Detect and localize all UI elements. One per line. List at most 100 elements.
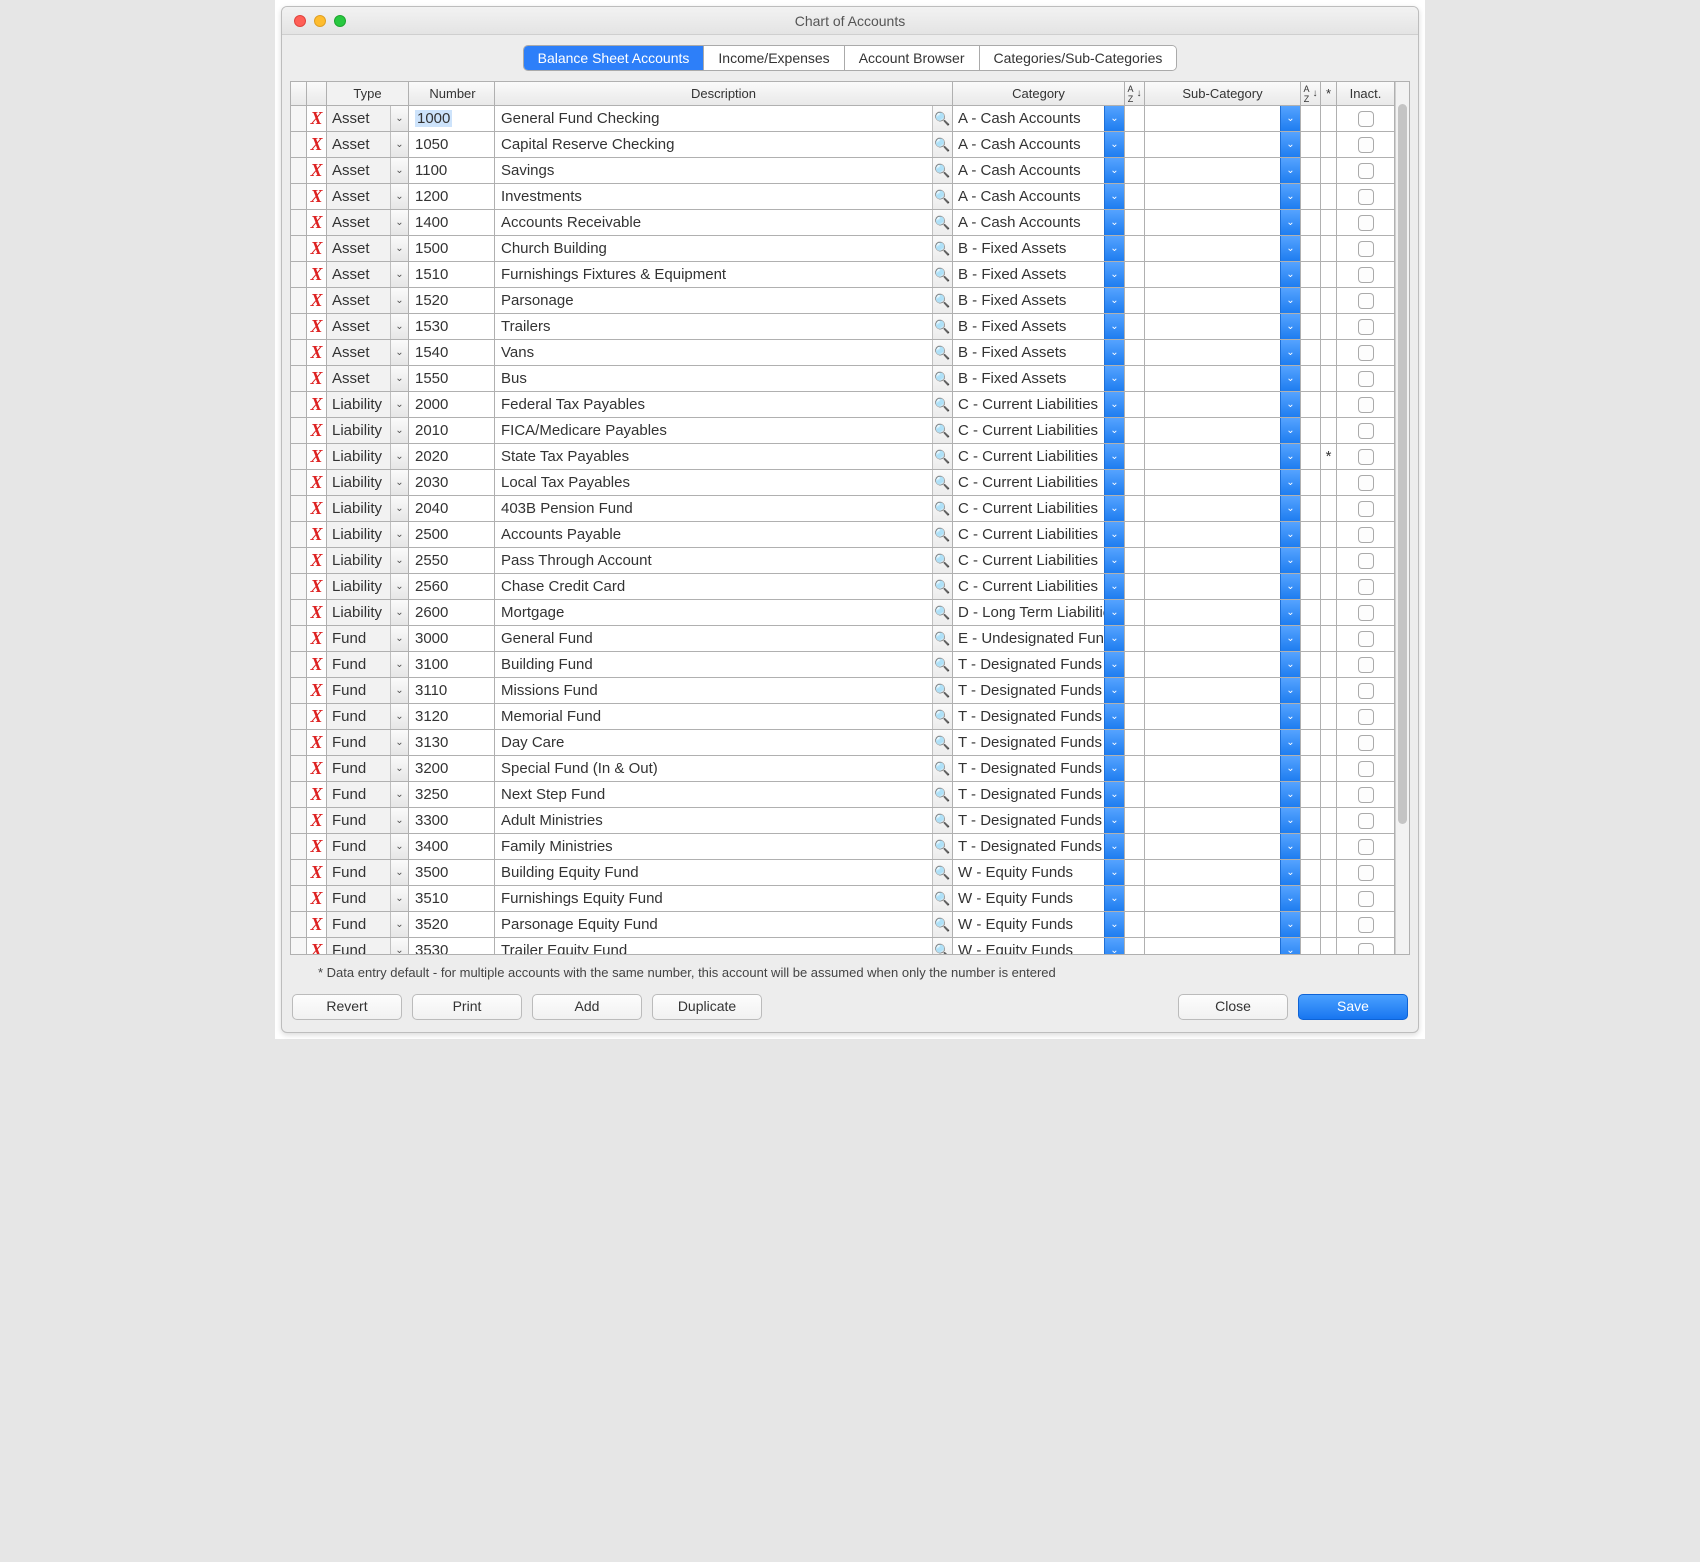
chevron-down-icon[interactable]: ⌄	[1104, 704, 1124, 729]
inactive-checkbox[interactable]	[1337, 860, 1395, 885]
subcategory-select[interactable]: ⌄	[1145, 470, 1301, 495]
delete-row-icon[interactable]: X	[307, 184, 327, 209]
delete-row-icon[interactable]: X	[307, 496, 327, 521]
search-icon[interactable]: 🔍	[932, 496, 952, 521]
chevron-down-icon[interactable]: ⌄	[1104, 912, 1124, 937]
type-select[interactable]: Fund ⌄	[327, 678, 409, 703]
number-input[interactable]: 3200	[409, 756, 495, 781]
chevron-down-icon[interactable]: ⌄	[1280, 314, 1300, 339]
delete-row-icon[interactable]: X	[307, 132, 327, 157]
default-marker[interactable]	[1321, 236, 1337, 261]
type-select[interactable]: Fund ⌄	[327, 912, 409, 937]
category-select[interactable]: B - Fixed Assets ⌄	[953, 314, 1125, 339]
subcategory-select[interactable]: ⌄	[1145, 522, 1301, 547]
chevron-down-icon[interactable]: ⌄	[390, 600, 408, 625]
number-input[interactable]: 2600	[409, 600, 495, 625]
chevron-down-icon[interactable]: ⌄	[390, 392, 408, 417]
search-icon[interactable]: 🔍	[932, 626, 952, 651]
inactive-checkbox[interactable]	[1337, 366, 1395, 391]
subcategory-select[interactable]: ⌄	[1145, 210, 1301, 235]
row-handle[interactable]	[291, 106, 307, 131]
inactive-checkbox[interactable]	[1337, 600, 1395, 625]
chevron-down-icon[interactable]: ⌄	[1280, 106, 1300, 131]
delete-row-icon[interactable]: X	[307, 288, 327, 313]
delete-row-icon[interactable]: X	[307, 366, 327, 391]
chevron-down-icon[interactable]: ⌄	[1280, 626, 1300, 651]
subcategory-select[interactable]: ⌄	[1145, 548, 1301, 573]
row-handle[interactable]	[291, 366, 307, 391]
delete-row-icon[interactable]: X	[307, 808, 327, 833]
search-icon[interactable]: 🔍	[932, 860, 952, 885]
chevron-down-icon[interactable]: ⌄	[1280, 912, 1300, 937]
default-marker[interactable]	[1321, 938, 1337, 954]
number-input[interactable]: 3300	[409, 808, 495, 833]
search-icon[interactable]: 🔍	[932, 756, 952, 781]
search-icon[interactable]: 🔍	[932, 288, 952, 313]
search-icon[interactable]: 🔍	[932, 470, 952, 495]
chevron-down-icon[interactable]: ⌄	[1104, 886, 1124, 911]
default-marker[interactable]	[1321, 574, 1337, 599]
inactive-checkbox[interactable]	[1337, 158, 1395, 183]
delete-row-icon[interactable]: X	[307, 548, 327, 573]
delete-row-icon[interactable]: X	[307, 158, 327, 183]
chevron-down-icon[interactable]: ⌄	[1280, 288, 1300, 313]
description-input[interactable]: Chase Credit Card	[495, 578, 932, 595]
subcategory-select[interactable]: ⌄	[1145, 314, 1301, 339]
number-input[interactable]: 1510	[409, 262, 495, 287]
row-handle[interactable]	[291, 522, 307, 547]
category-select[interactable]: W - Equity Funds ⌄	[953, 912, 1125, 937]
chevron-down-icon[interactable]: ⌄	[390, 704, 408, 729]
chevron-down-icon[interactable]: ⌄	[390, 860, 408, 885]
description-input[interactable]: General Fund	[495, 630, 932, 647]
type-select[interactable]: Asset ⌄	[327, 314, 409, 339]
type-select[interactable]: Liability ⌄	[327, 444, 409, 469]
description-input[interactable]: Federal Tax Payables	[495, 396, 932, 413]
delete-row-icon[interactable]: X	[307, 912, 327, 937]
subcategory-select[interactable]: ⌄	[1145, 600, 1301, 625]
chevron-down-icon[interactable]: ⌄	[1280, 938, 1300, 954]
chevron-down-icon[interactable]: ⌄	[1104, 574, 1124, 599]
row-handle[interactable]	[291, 600, 307, 625]
default-marker[interactable]	[1321, 652, 1337, 677]
category-select[interactable]: C - Current Liabilities ⌄	[953, 470, 1125, 495]
search-icon[interactable]: 🔍	[932, 678, 952, 703]
type-select[interactable]: Asset ⌄	[327, 210, 409, 235]
inactive-checkbox[interactable]	[1337, 444, 1395, 469]
search-icon[interactable]: 🔍	[932, 262, 952, 287]
subcategory-select[interactable]: ⌄	[1145, 574, 1301, 599]
default-marker[interactable]	[1321, 418, 1337, 443]
chevron-down-icon[interactable]: ⌄	[1104, 392, 1124, 417]
chevron-down-icon[interactable]: ⌄	[1280, 600, 1300, 625]
chevron-down-icon[interactable]: ⌄	[1280, 236, 1300, 261]
number-input[interactable]: 2560	[409, 574, 495, 599]
search-icon[interactable]: 🔍	[932, 704, 952, 729]
search-icon[interactable]: 🔍	[932, 730, 952, 755]
description-input[interactable]: 403B Pension Fund	[495, 500, 932, 517]
chevron-down-icon[interactable]: ⌄	[1104, 158, 1124, 183]
subcategory-select[interactable]: ⌄	[1145, 756, 1301, 781]
description-input[interactable]: General Fund Checking	[495, 110, 932, 127]
number-input[interactable]: 2040	[409, 496, 495, 521]
type-select[interactable]: Asset ⌄	[327, 132, 409, 157]
search-icon[interactable]: 🔍	[932, 106, 952, 131]
subcategory-select[interactable]: ⌄	[1145, 652, 1301, 677]
category-select[interactable]: T - Designated Funds ⌄	[953, 834, 1125, 859]
row-handle[interactable]	[291, 210, 307, 235]
search-icon[interactable]: 🔍	[932, 522, 952, 547]
search-icon[interactable]: 🔍	[932, 340, 952, 365]
chevron-down-icon[interactable]: ⌄	[1104, 262, 1124, 287]
chevron-down-icon[interactable]: ⌄	[1104, 548, 1124, 573]
number-input[interactable]: 2030	[409, 470, 495, 495]
number-input[interactable]: 1200	[409, 184, 495, 209]
default-marker[interactable]	[1321, 912, 1337, 937]
chevron-down-icon[interactable]: ⌄	[1104, 132, 1124, 157]
chevron-down-icon[interactable]: ⌄	[390, 366, 408, 391]
subcategory-select[interactable]: ⌄	[1145, 444, 1301, 469]
type-select[interactable]: Asset ⌄	[327, 236, 409, 261]
search-icon[interactable]: 🔍	[932, 366, 952, 391]
subcategory-select[interactable]: ⌄	[1145, 808, 1301, 833]
description-input[interactable]: Savings	[495, 162, 932, 179]
default-marker[interactable]	[1321, 756, 1337, 781]
chevron-down-icon[interactable]: ⌄	[1280, 340, 1300, 365]
number-input[interactable]: 2020	[409, 444, 495, 469]
